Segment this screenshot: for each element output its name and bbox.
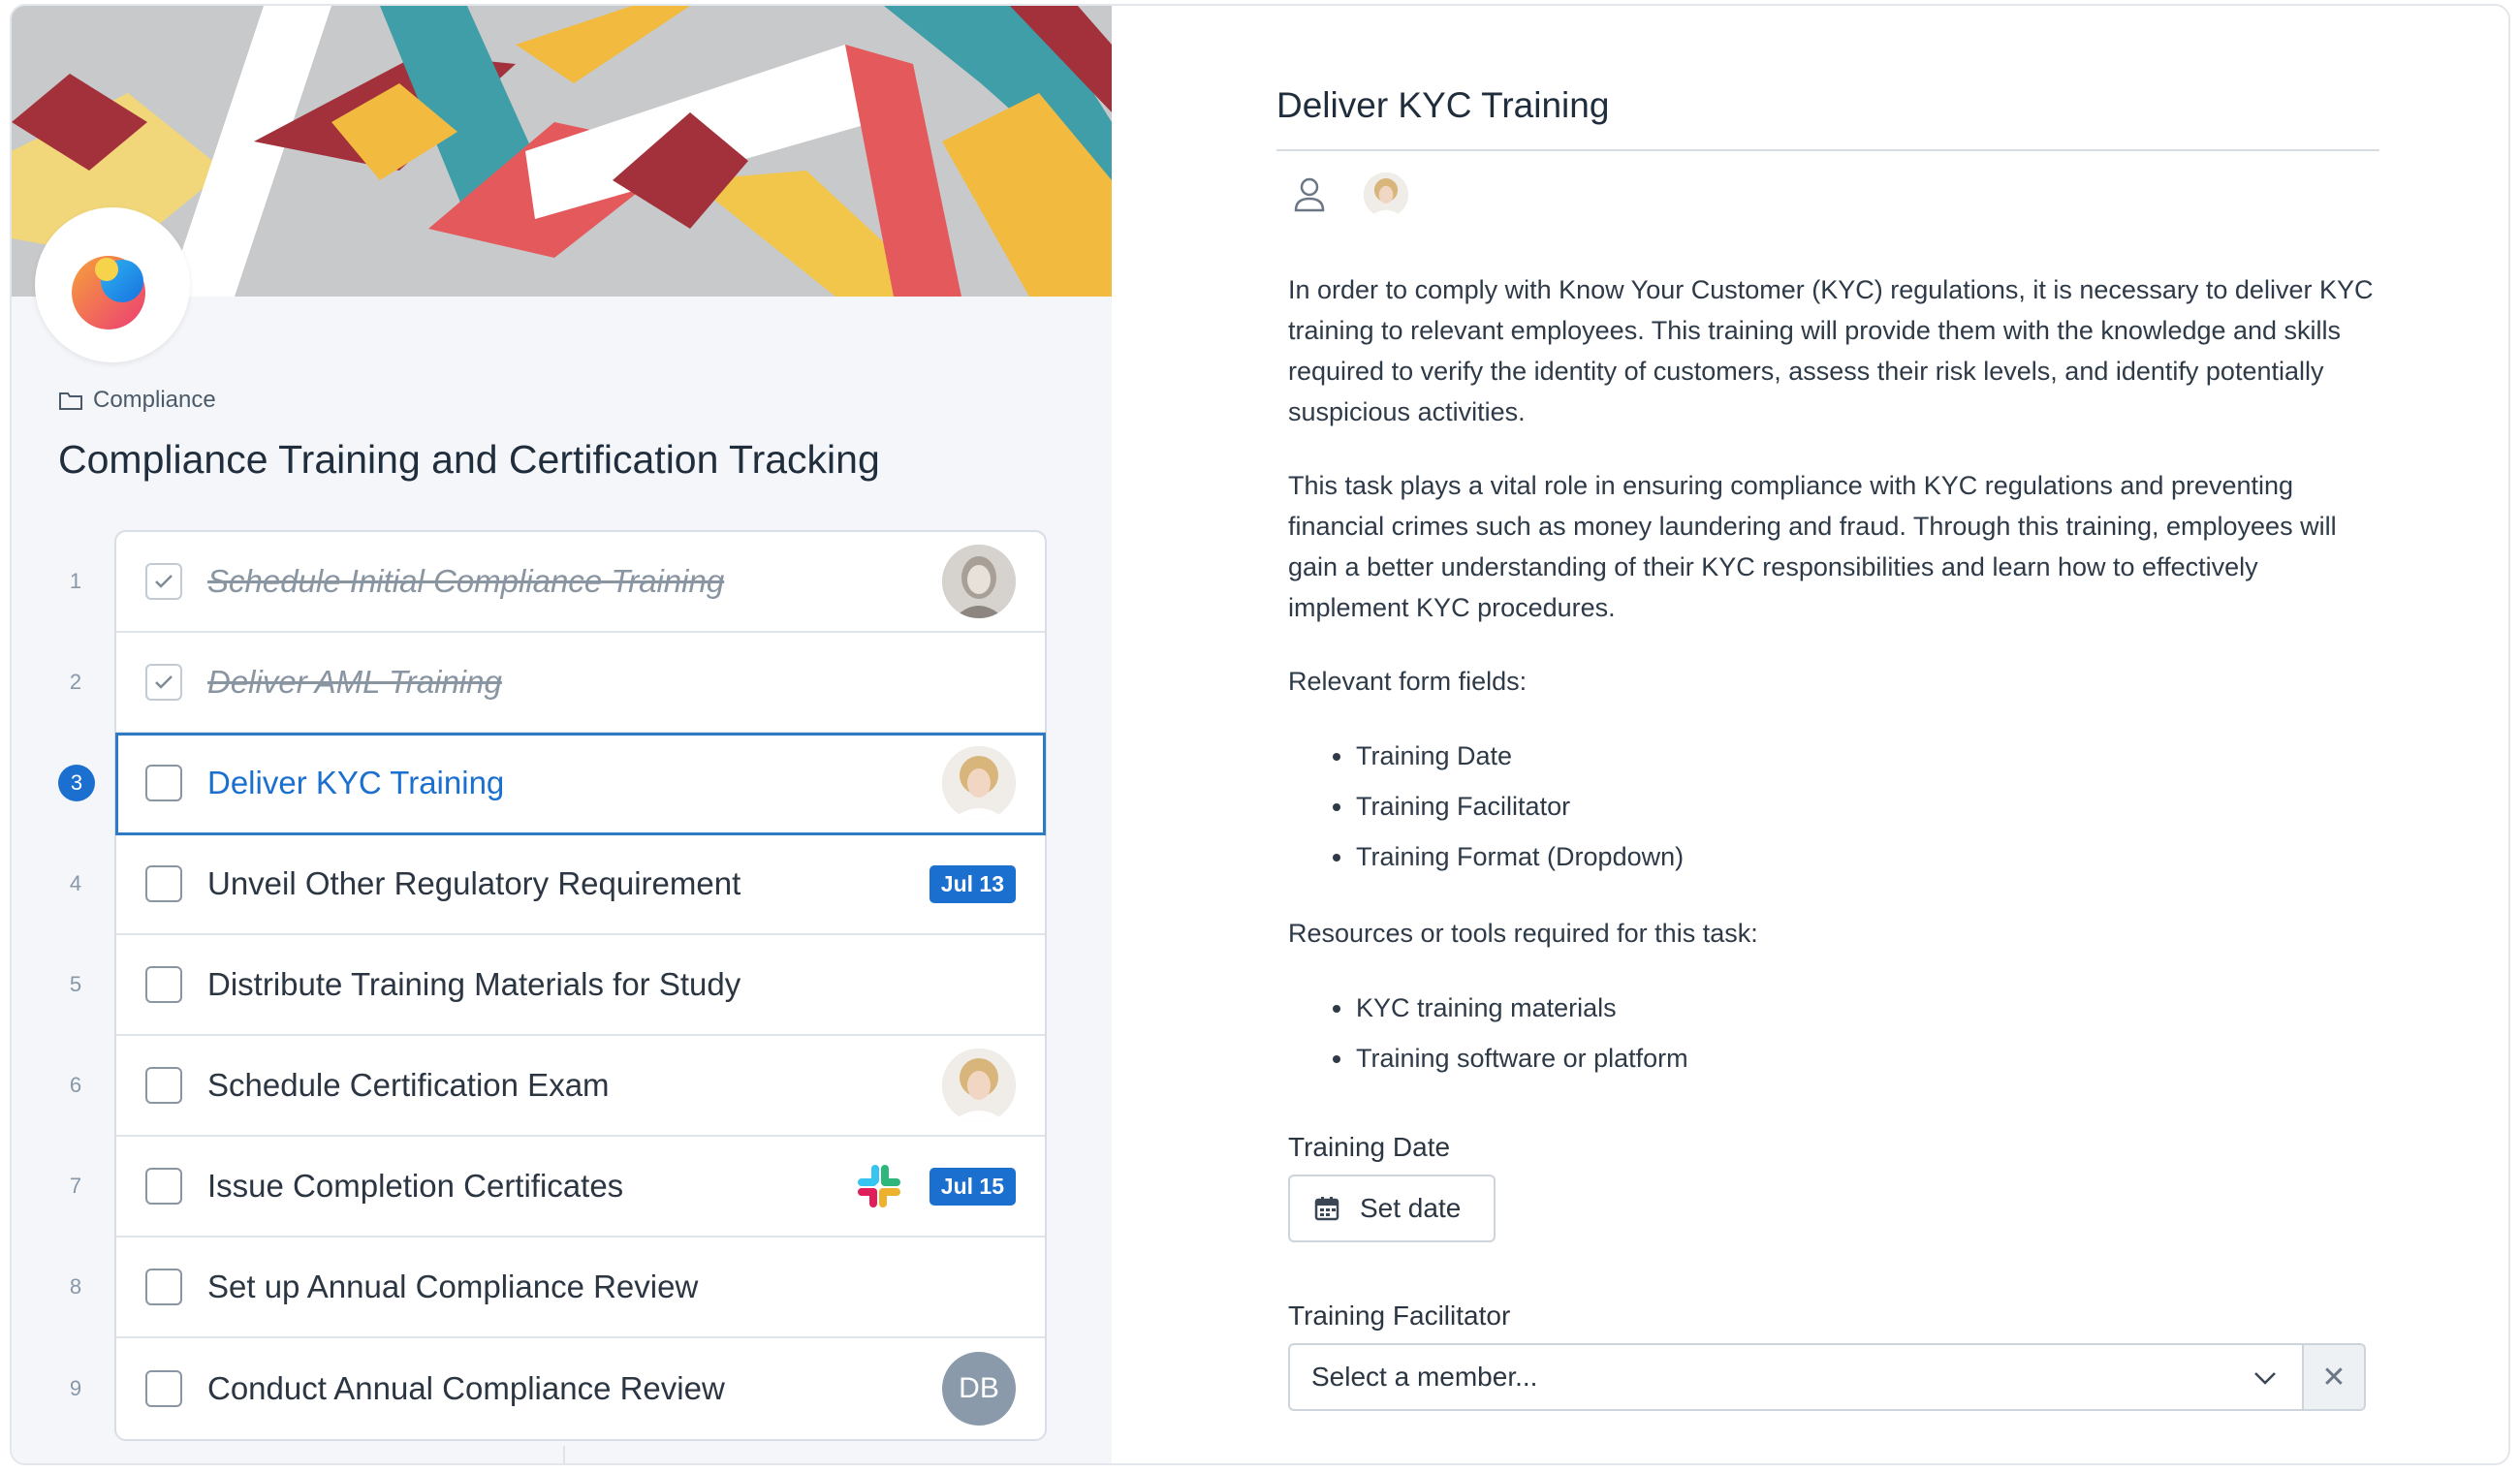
- task-row[interactable]: 4 Unveil Other Regulatory Requirement Ju…: [70, 834, 1045, 935]
- person-photo-icon: [1364, 172, 1408, 217]
- task-checkbox[interactable]: [145, 1168, 182, 1205]
- assignee-avatar[interactable]: DB: [942, 1352, 1016, 1426]
- app-window: Compliance Compliance Training and Certi…: [10, 4, 2510, 1465]
- due-date-badge: Jul 13: [929, 864, 1016, 903]
- set-date-button[interactable]: Set date: [1288, 1175, 1496, 1242]
- set-date-label: Set date: [1360, 1193, 1462, 1223]
- person-photo-icon: [942, 545, 1016, 618]
- user-icon: [1294, 177, 1325, 212]
- assignee-row: [1292, 172, 1408, 217]
- task-number: 7: [69, 1174, 82, 1198]
- task-checkbox[interactable]: [145, 664, 182, 701]
- task-row[interactable]: 8 Set up Annual Compliance Review: [70, 1238, 1045, 1338]
- task-label: Unveil Other Regulatory Requirement: [207, 865, 741, 901]
- breadcrumb[interactable]: Compliance: [58, 387, 216, 414]
- task-label: Conduct Annual Compliance Review: [207, 1370, 725, 1406]
- list-item: Training Format (Dropdown): [1333, 831, 2383, 882]
- form-fields-heading: Relevant form fields:: [1288, 667, 1528, 696]
- person-photo-icon: [942, 746, 1016, 820]
- task-row[interactable]: 6 Schedule Certification Exam: [70, 1036, 1045, 1137]
- task-checkbox[interactable]: [145, 1067, 182, 1104]
- description-paragraph: In order to comply with Know Your Custom…: [1288, 275, 2374, 426]
- task-checkbox[interactable]: [145, 966, 182, 1003]
- task-checkbox[interactable]: [145, 563, 182, 600]
- task-detail-panel: Deliver KYC Training In order to comply …: [1112, 6, 2508, 1463]
- folder-icon: [59, 392, 82, 410]
- task-checkbox[interactable]: [145, 1370, 182, 1407]
- task-row[interactable]: 9 Conduct Annual Compliance Review DB: [70, 1338, 1045, 1439]
- task-number: 6: [69, 1073, 82, 1097]
- task-number: 8: [69, 1274, 82, 1299]
- facilitator-select[interactable]: Select a member...: [1288, 1343, 2304, 1411]
- check-icon: [155, 575, 173, 588]
- description-paragraph: This task plays a vital role in ensuring…: [1288, 471, 2337, 622]
- task-label: Deliver AML Training: [207, 664, 502, 700]
- panel-divider: [563, 1446, 565, 1463]
- assign-user-button[interactable]: [1292, 175, 1327, 214]
- task-label: Schedule Certification Exam: [207, 1067, 610, 1103]
- task-label: Set up Annual Compliance Review: [207, 1269, 699, 1304]
- assignee-avatar[interactable]: [942, 746, 1016, 820]
- calendar-icon: [1314, 1197, 1339, 1221]
- slack-icon: [857, 1165, 900, 1207]
- list-item: Training Facilitator: [1333, 781, 2383, 831]
- task-number: 2: [69, 670, 82, 694]
- resources-heading: Resources or tools required for this tas…: [1288, 919, 1758, 948]
- task-row[interactable]: 1 Schedule Initial Compliance Training: [70, 532, 1045, 633]
- task-description: In order to comply with Know Your Custom…: [1288, 269, 2383, 1114]
- workflow-panel: Compliance Compliance Training and Certi…: [12, 6, 1112, 1463]
- list-item: Training Date: [1333, 731, 2383, 781]
- assignee-avatar[interactable]: [1364, 172, 1408, 217]
- task-number: 9: [69, 1376, 82, 1400]
- task-number-active: 3: [58, 765, 95, 801]
- task-label: Deliver KYC Training: [207, 765, 505, 800]
- check-icon: [155, 675, 173, 689]
- task-checkbox[interactable]: [145, 765, 182, 801]
- list-item: KYC training materials: [1333, 983, 2383, 1033]
- task-checkbox[interactable]: [145, 1269, 182, 1305]
- list-item: Training software or platform: [1333, 1033, 2383, 1083]
- person-photo-icon: [942, 1049, 1016, 1122]
- workflow-logo: [35, 207, 190, 362]
- workflow-title: Compliance Training and Certification Tr…: [58, 437, 880, 482]
- task-list: 1 Schedule Initial Compliance Training 2…: [58, 530, 1047, 1441]
- assignee-avatar[interactable]: [942, 545, 1016, 618]
- facilitator-placeholder: Select a member...: [1311, 1362, 1538, 1392]
- training-date-label: Training Date: [1288, 1132, 1451, 1162]
- task-number: 4: [69, 871, 82, 895]
- task-detail-title: Deliver KYC Training: [1276, 85, 1610, 125]
- training-facilitator-label: Training Facilitator: [1288, 1301, 1511, 1331]
- clear-selection-button[interactable]: ✕: [2302, 1343, 2366, 1411]
- task-label: Issue Completion Certificates: [207, 1168, 624, 1204]
- app-logo-icon: [72, 256, 145, 329]
- task-row-active[interactable]: 3 Deliver KYC Training: [58, 733, 1046, 835]
- task-label: Schedule Initial Compliance Training: [207, 563, 725, 599]
- title-divider: [1276, 149, 2379, 151]
- task-checkbox[interactable]: [145, 865, 182, 902]
- task-number: 1: [69, 569, 82, 593]
- breadcrumb-folder[interactable]: Compliance: [93, 387, 216, 414]
- form-fields-list: Training Date Training Facilitator Train…: [1333, 731, 2383, 882]
- due-date-badge: Jul 15: [929, 1167, 1016, 1206]
- task-row[interactable]: 5 Distribute Training Materials for Stud…: [70, 935, 1045, 1036]
- task-label: Distribute Training Materials for Study: [207, 966, 741, 1002]
- chevron-down-icon: [2254, 1372, 2276, 1385]
- assignee-avatar[interactable]: [942, 1049, 1016, 1122]
- task-row[interactable]: 7 Issue Completion Certificates Jul 15: [70, 1137, 1045, 1238]
- resources-list: KYC training materials Training software…: [1333, 983, 2383, 1083]
- task-number: 5: [69, 972, 82, 996]
- task-row[interactable]: 2 Deliver AML Training: [70, 633, 1045, 734]
